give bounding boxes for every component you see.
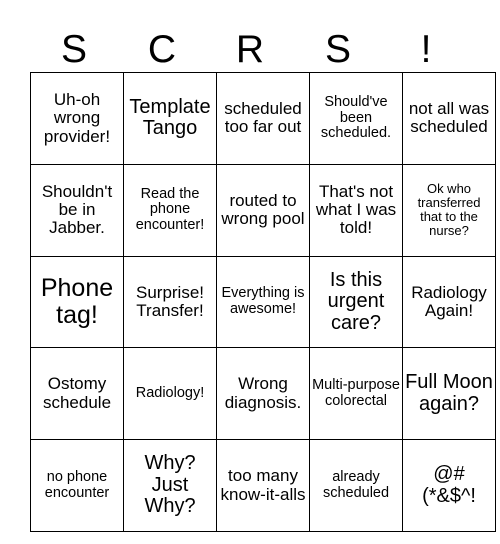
bingo-cell-label: no phone encounter [44,468,110,501]
bingo-cell[interactable]: Radiology! [123,347,217,441]
bingo-cell[interactable]: Everything is awesome! [216,255,310,349]
bingo-row: Shouldn't be in Jabber. Read the phone e… [30,163,496,257]
bingo-cell-label: Should've been scheduled. [320,93,392,142]
bingo-cell-label: not all was scheduled [408,99,490,137]
header-letter-5: ! [420,28,432,71]
bingo-cell[interactable]: Uh-oh wrong provider! [30,72,124,165]
header-letter-4: S [324,28,351,71]
bingo-cell[interactable]: Multi-purpose colorectal [309,347,403,441]
bingo-cell[interactable]: That's not what I was told! [309,163,403,257]
bingo-cell-label: Read the phone encounter! [135,185,205,234]
bingo-cell[interactable]: Should've been scheduled. [309,72,403,165]
bingo-cell[interactable]: Radiology Again! [402,255,496,349]
bingo-cell-label: Shouldn't be in Jabber. [41,181,113,238]
bingo-cell-label: Surprise! Transfer! [135,282,205,320]
header-letter-2: C [147,28,177,71]
bingo-cell[interactable]: @# (*&$^! [402,439,496,532]
bingo-cell-label: Is this urgent care? [327,268,385,334]
bingo-cell-label: Uh-oh wrong provider! [43,89,111,146]
bingo-cell-label: routed to wrong pool [221,190,305,229]
bingo-cell-label: Radiology Again! [411,282,487,320]
bingo-cell-label: Phone tag! [40,273,114,329]
bingo-cell[interactable]: Ostomy schedule [30,347,124,441]
bingo-cell-label: Why? Just Why? [144,452,196,518]
header-letter-3: R [235,28,265,71]
bingo-cell-label: Ok who transferred that to the nurse? [417,181,481,239]
bingo-cell[interactable]: routed to wrong pool [216,163,310,257]
bingo-header-letters: S C R S ! [30,18,470,72]
bingo-cell-label: That's not what I was told! [315,181,397,238]
bingo-row: Uh-oh wrong provider! Template Tango sch… [30,72,496,165]
bingo-cell-label: Template Tango [129,95,211,140]
bingo-cell-label: @# (*&$^! [422,462,476,507]
bingo-grid: Uh-oh wrong provider! Template Tango sch… [30,72,496,532]
bingo-cell[interactable]: too many know-it-alls [216,439,310,532]
header-letter-1: S [60,28,87,71]
bingo-cell[interactable]: Is this urgent care? [309,255,403,349]
bingo-cell-label: Multi-purpose colorectal [312,377,400,409]
bingo-cell[interactable]: Ok who transferred that to the nurse? [402,163,496,257]
bingo-cell[interactable]: not all was scheduled [402,72,496,165]
bingo-cell-label: Wrong diagnosis. [224,374,302,412]
bingo-row: Phone tag! Surprise! Transfer! Everythin… [30,255,496,349]
bingo-cell[interactable]: Surprise! Transfer! [123,255,217,349]
bingo-cell[interactable]: Full Moon again? [402,347,496,441]
bingo-grid-body: Uh-oh wrong provider! Template Tango sch… [30,72,496,532]
bingo-cell-label: already scheduled [322,468,390,501]
bingo-cell[interactable]: Shouldn't be in Jabber. [30,163,124,257]
bingo-cell[interactable]: Why? Just Why? [123,439,217,532]
bingo-cell[interactable]: already scheduled [309,439,403,532]
bingo-cell-label: Full Moon again? [405,371,493,415]
bingo-cell[interactable]: Phone tag! [30,255,124,349]
bingo-row: no phone encounter Why? Just Why? too ma… [30,439,496,532]
bingo-cell[interactable]: scheduled too far out [216,72,310,165]
bingo-cell-label: Radiology! [135,384,205,401]
bingo-cell[interactable]: Template Tango [123,72,217,165]
bingo-row: Ostomy schedule Radiology! Wrong diagnos… [30,347,496,441]
bingo-cell-label: Everything is awesome! [221,285,305,317]
bingo-cell-label: too many know-it-alls [220,466,306,504]
bingo-cell-label: Ostomy schedule [42,374,112,412]
bingo-cell-label: scheduled too far out [224,99,302,137]
bingo-cell[interactable]: Wrong diagnosis. [216,347,310,441]
bingo-cell[interactable]: Read the phone encounter! [123,163,217,257]
bingo-card: S C R S ! Uh-oh wrong provider! Template… [0,0,500,544]
bingo-cell[interactable]: no phone encounter [30,439,124,532]
